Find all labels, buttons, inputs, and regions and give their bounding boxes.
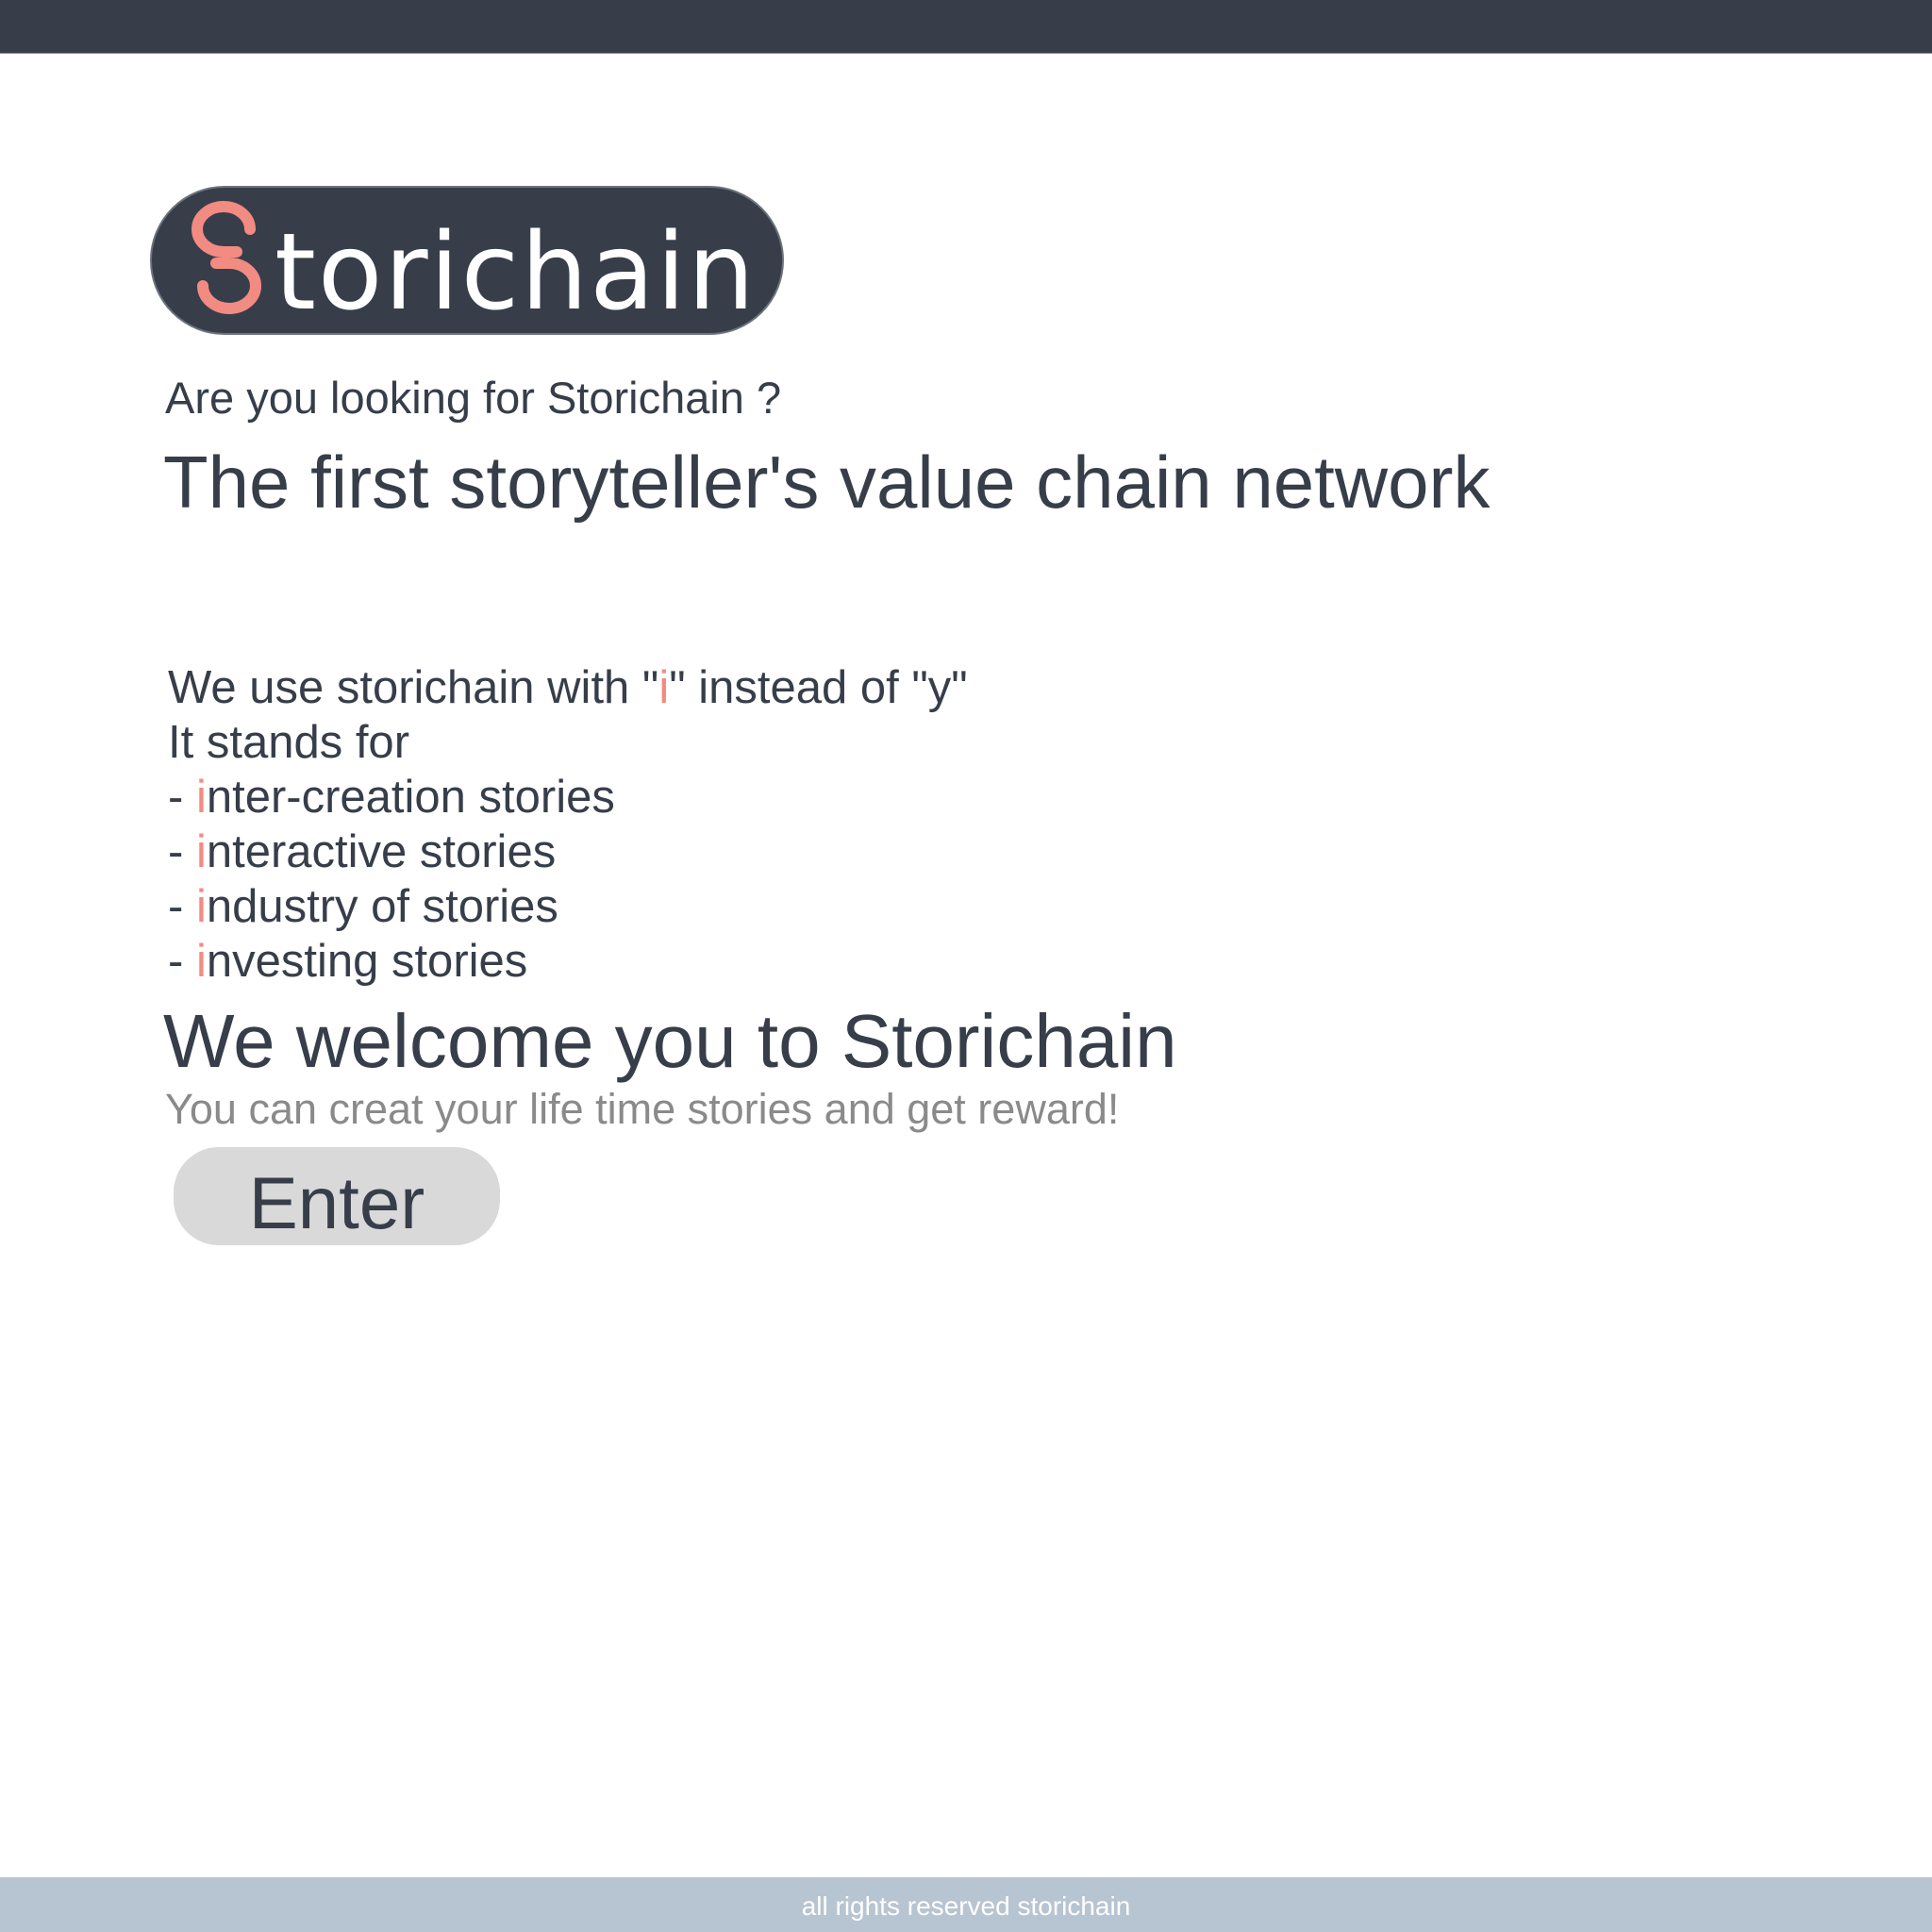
- list-item: - interactive stories: [168, 824, 968, 879]
- list-bullet: -: [168, 881, 196, 932]
- page-tagline: The first storyteller's value chain netw…: [163, 441, 1491, 524]
- list-item: - investing stories: [168, 934, 968, 989]
- storichain-logo: torichain: [150, 186, 784, 335]
- highlight-letter: i: [658, 662, 670, 713]
- logo-graphic: torichain: [192, 201, 757, 334]
- footer: all rights reserved storichain: [0, 1877, 1932, 1932]
- list-item-text: nter-creation stories: [206, 772, 615, 823]
- explanation-text: " instead of "y": [669, 662, 968, 713]
- logo-wordmark: torichain: [275, 211, 757, 334]
- chain-s-icon: [192, 201, 261, 314]
- list-item-text: ndustry of stories: [206, 881, 558, 932]
- list-item-text: nvesting stories: [206, 936, 528, 987]
- list-item-text: nteractive stories: [206, 826, 557, 877]
- explanation-line-1: We use storichain with "i" instead of "y…: [168, 660, 968, 715]
- name-explanation: We use storichain with "i" instead of "y…: [168, 660, 968, 989]
- highlight-letter: i: [195, 936, 207, 987]
- list-item: - inter-creation stories: [168, 770, 968, 824]
- highlight-letter: i: [195, 826, 207, 877]
- list-bullet: -: [168, 826, 196, 877]
- enter-button[interactable]: Enter: [174, 1147, 500, 1245]
- list-item: - industry of stories: [168, 879, 968, 934]
- list-bullet: -: [168, 772, 196, 823]
- welcome-subtitle: You can creat your life time stories and…: [165, 1085, 1120, 1133]
- welcome-title: We welcome you to Storichain: [163, 999, 1177, 1083]
- highlight-letter: i: [195, 772, 207, 823]
- top-bar: [0, 0, 1932, 54]
- list-bullet: -: [168, 936, 196, 987]
- explanation-line-2: It stands for: [168, 717, 410, 768]
- highlight-letter: i: [195, 881, 207, 932]
- footer-text: all rights reserved storichain: [801, 1891, 1131, 1921]
- intro-question: Are you looking for Storichain ?: [165, 373, 782, 423]
- page: torichain Are you looking for Storichain…: [0, 0, 1932, 1932]
- explanation-text: We use storichain with ": [168, 662, 659, 713]
